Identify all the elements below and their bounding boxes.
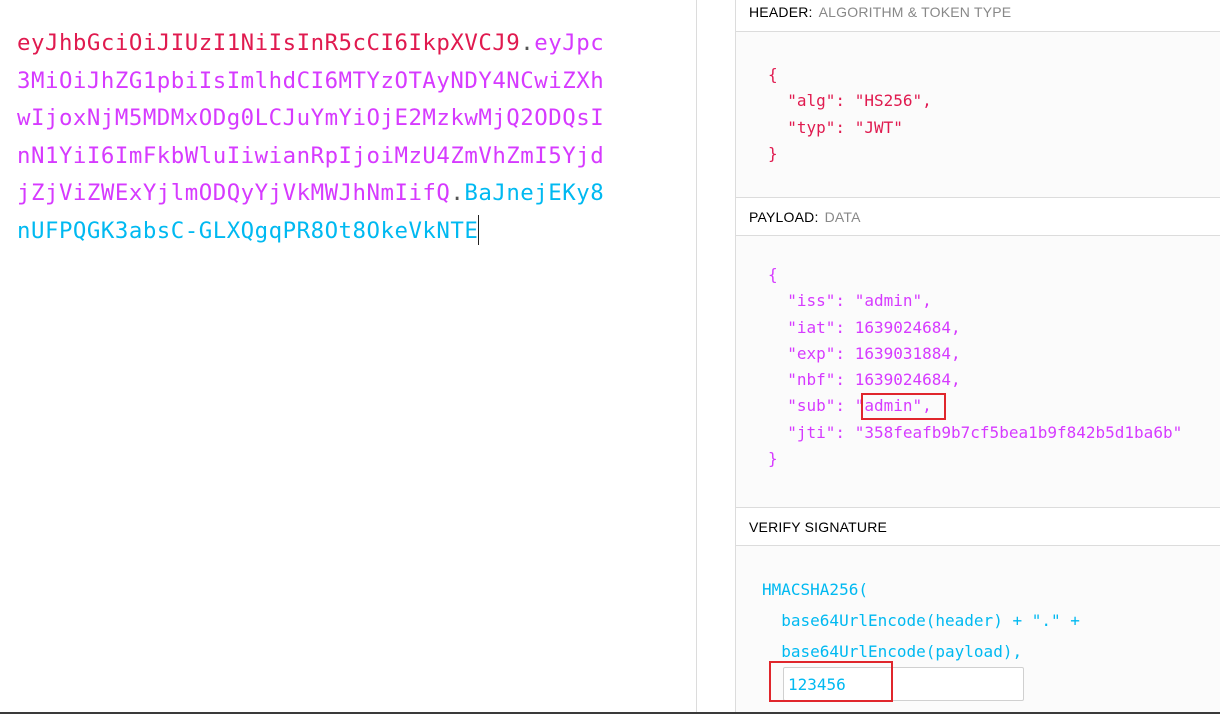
- code-line: "iss": "admin",: [768, 291, 932, 311]
- encoded-token-panel[interactable]: eyJhbGciOiJIUzI1NiIsInR5cCI6IkpXVCJ9.eyJ…: [0, 0, 697, 714]
- header-json-editor[interactable]: { "alg": "HS256", "typ": "JWT" }: [736, 32, 1220, 198]
- code-line: "jti": "358feafb9b7cf5bea1b9f842b5d1ba6b…: [768, 422, 1183, 442]
- code-line: "alg": "HS256",: [768, 91, 932, 111]
- code-line: "exp": 1639031884,: [768, 343, 961, 363]
- payload-json-editor[interactable]: { "iss": "admin", "iat": 1639024684, "ex…: [736, 236, 1220, 508]
- code-line: "iat": 1639024684,: [768, 317, 961, 337]
- token-header-segment: eyJhbGciOiJIUzI1NiIsInR5cCI6IkpXVCJ9: [17, 30, 521, 56]
- jwt-debugger: eyJhbGciOiJIUzI1NiIsInR5cCI6IkpXVCJ9.eyJ…: [0, 0, 1220, 714]
- header-panel-title: HEADER: ALGORITHM & TOKEN TYPE: [736, 0, 1220, 32]
- token-dot-separator: .: [450, 180, 465, 206]
- payload-panel-title: PAYLOAD: DATA: [736, 198, 1220, 236]
- code-line: }: [768, 449, 778, 469]
- header-panel-label: HEADER:: [749, 4, 813, 20]
- secret-highlight-box: [769, 661, 893, 702]
- code-line: "typ": "JWT": [768, 117, 903, 137]
- sub-claim-highlight-box: [861, 393, 946, 420]
- header-json[interactable]: { "alg": "HS256", "typ": "JWT" }: [768, 62, 932, 167]
- code-line: "nbf": 1639024684,: [768, 370, 961, 390]
- signature-panel-title: VERIFY SIGNATURE: [736, 508, 1220, 546]
- code-line: base64UrlEncode(header) + "." +: [762, 611, 1080, 630]
- signature-panel-label: VERIFY SIGNATURE: [749, 519, 888, 535]
- code-line: }: [768, 143, 778, 163]
- signature-formula: HMACSHA256( base64UrlEncode(header) + ".…: [762, 574, 1080, 667]
- text-caret: [478, 214, 480, 245]
- code-line: HMACSHA256(: [762, 580, 868, 599]
- payload-panel-subtitle: DATA: [824, 209, 861, 225]
- header-panel-subtitle: ALGORITHM & TOKEN TYPE: [818, 4, 1012, 20]
- token-dot-separator: .: [520, 30, 535, 56]
- payload-panel-label: PAYLOAD:: [749, 209, 819, 225]
- code-line: {: [768, 65, 778, 84]
- payload-json[interactable]: { "iss": "admin", "iat": 1639024684, "ex…: [768, 262, 1182, 472]
- decoded-panel: HEADER: ALGORITHM & TOKEN TYPE { "alg": "…: [735, 0, 1220, 714]
- code-line: base64UrlEncode(payload),: [762, 642, 1023, 661]
- code-line: {: [768, 265, 778, 284]
- encoded-token-text[interactable]: eyJhbGciOiJIUzI1NiIsInR5cCI6IkpXVCJ9.eyJ…: [17, 25, 617, 250]
